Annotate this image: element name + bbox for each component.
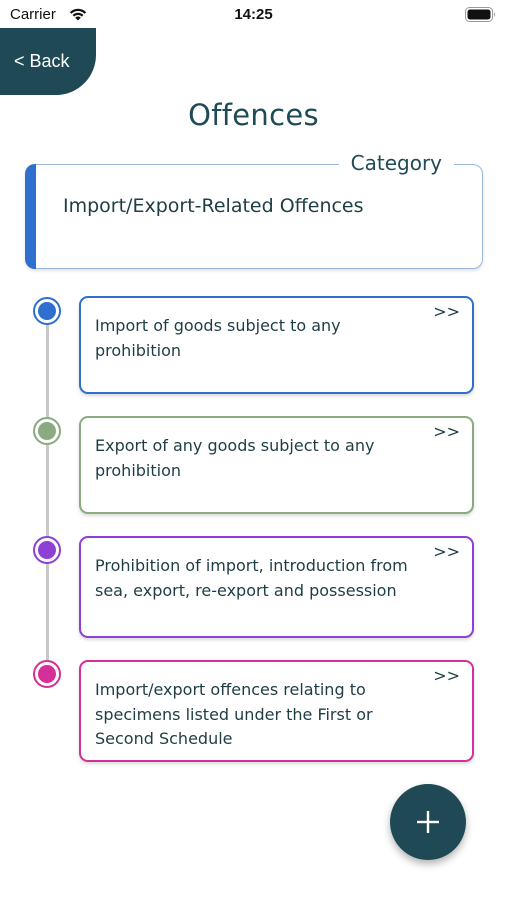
offence-item-text: Export of any goods subject to any prohi… <box>95 436 375 480</box>
offence-item-text: Prohibition of import, introduction from… <box>95 556 408 600</box>
offence-item-text: Import of goods subject to any prohibiti… <box>95 316 341 360</box>
offence-item-3[interactable]: Prohibition of import, introduction from… <box>79 536 474 638</box>
timeline-dot-3 <box>33 536 61 564</box>
status-bar: Carrier 14:25 <box>0 0 507 30</box>
offence-item-4[interactable]: Import/export offences relating to speci… <box>79 660 474 762</box>
back-button[interactable]: < Back <box>0 28 96 95</box>
add-button[interactable] <box>390 784 466 860</box>
status-time: 14:25 <box>234 6 273 23</box>
timeline-dot-1 <box>33 297 61 325</box>
timeline-dot-2 <box>33 417 61 445</box>
chevron-right-icon: >> <box>433 422 460 441</box>
plus-icon <box>417 811 439 833</box>
timeline-line <box>46 322 49 677</box>
category-value: Import/Export-Related Offences <box>63 195 364 217</box>
category-accent-stripe <box>25 164 36 269</box>
back-button-label: < Back <box>14 51 70 71</box>
chevron-right-icon: >> <box>433 542 460 561</box>
offence-item-2[interactable]: Export of any goods subject to any prohi… <box>79 416 474 514</box>
offence-item-text: Import/export offences relating to speci… <box>95 680 373 748</box>
page-title: Offences <box>188 98 319 132</box>
timeline-dot-4 <box>33 660 61 688</box>
chevron-right-icon: >> <box>433 302 460 321</box>
battery-icon <box>465 7 495 22</box>
category-card: Category Import/Export-Related Offences <box>25 151 483 269</box>
offence-item-1[interactable]: Import of goods subject to any prohibiti… <box>79 296 474 394</box>
chevron-right-icon: >> <box>433 666 460 685</box>
category-legend: Category <box>338 151 454 175</box>
